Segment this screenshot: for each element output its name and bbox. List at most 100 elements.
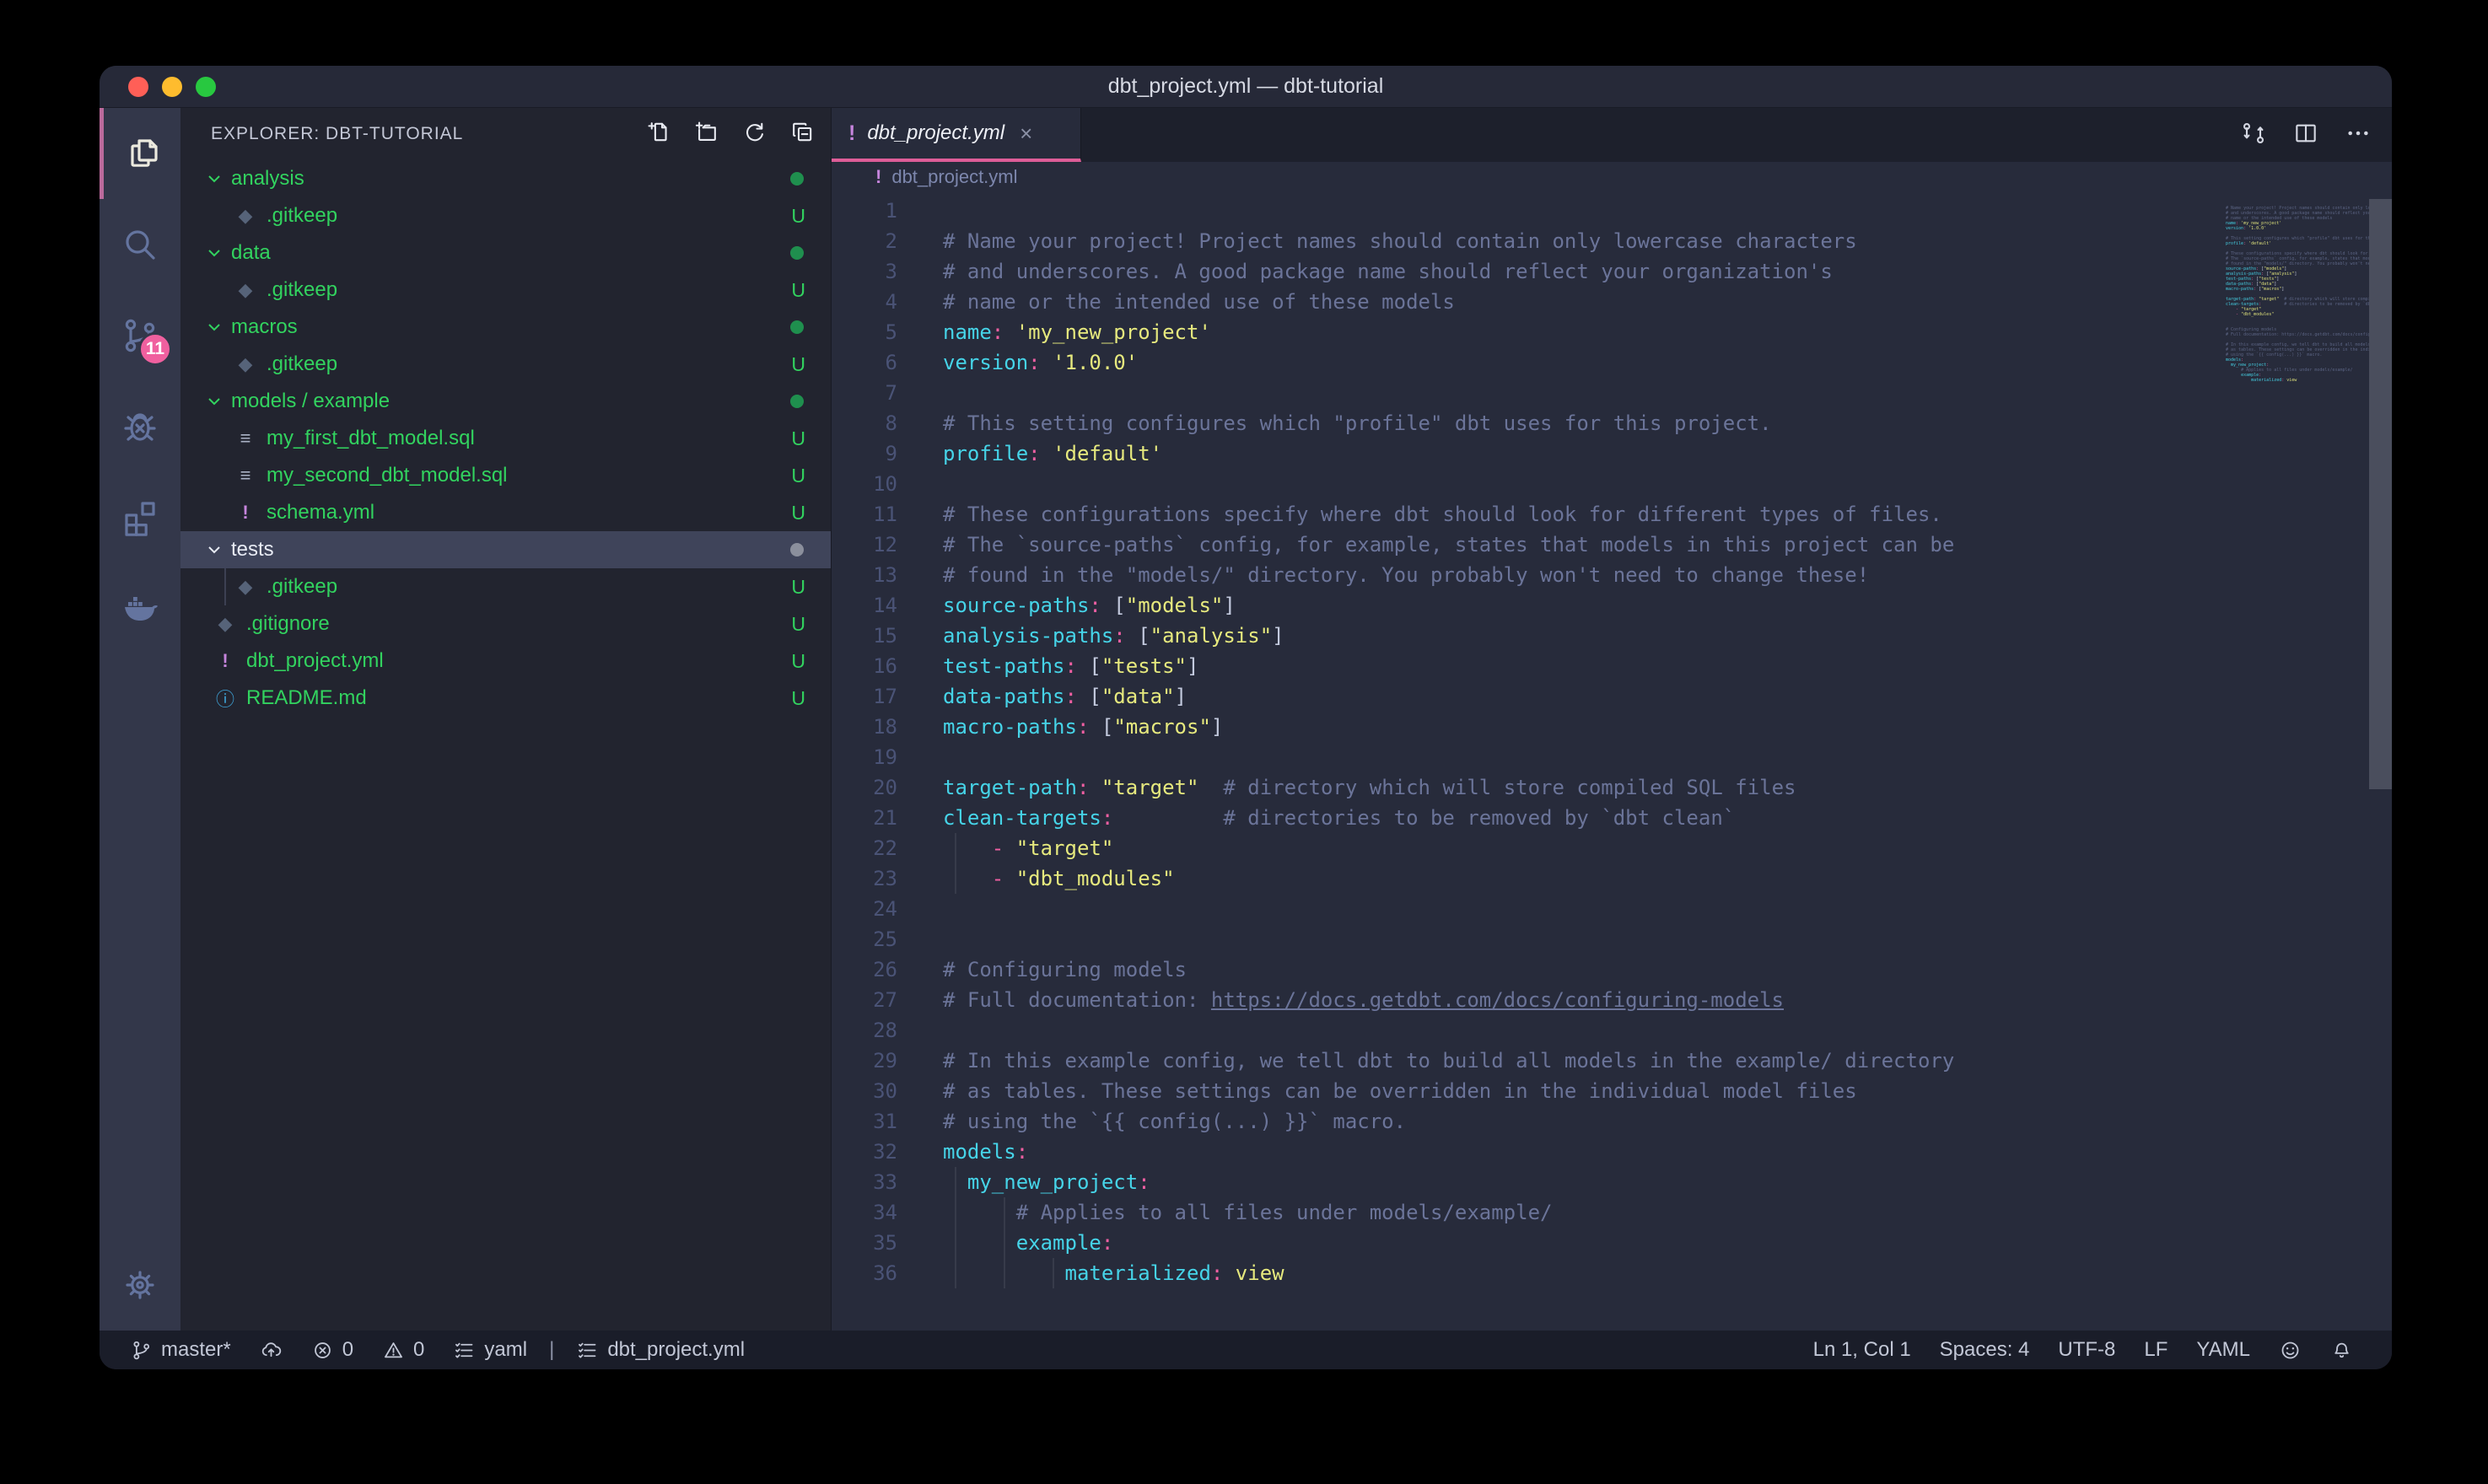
line-number: 34 (832, 1197, 919, 1228)
code-line[interactable]: test-paths: ["tests"] (943, 651, 2226, 681)
tree-item--gitkeep[interactable]: ◆.gitkeepU (180, 568, 831, 605)
tree-item-my-first-dbt-model-sql[interactable]: ≡my_first_dbt_model.sqlU (180, 420, 831, 457)
code-line[interactable] (943, 469, 2226, 499)
vertical-scrollbar[interactable] (2369, 192, 2392, 1331)
collapse-all-button[interactable] (789, 119, 816, 150)
explorer-header: EXPLORER: DBT-TUTORIAL (211, 124, 645, 144)
line-number: 8 (832, 408, 919, 438)
line-number: 12 (832, 530, 919, 560)
code-line[interactable]: macro-paths: ["macros"] (943, 712, 2226, 742)
code-line[interactable]: models: (943, 1137, 2226, 1167)
activity-bar-docker[interactable] (100, 563, 180, 654)
code-line[interactable]: example: (943, 1228, 2226, 1258)
code-line[interactable]: # Name your project! Project names shoul… (943, 226, 2226, 256)
code-line[interactable]: # as tables. These settings can be overr… (943, 1076, 2226, 1106)
code-line[interactable]: # found in the "models/" directory. You … (943, 560, 2226, 590)
tab-label: dbt_project.yml (867, 121, 1004, 145)
tree-item-analysis[interactable]: analysis (180, 160, 831, 197)
status-eol[interactable]: LF (2135, 1338, 2176, 1362)
activity-bar-source-control[interactable]: 11 (100, 290, 180, 381)
tree-item-data[interactable]: data (180, 234, 831, 272)
code-line[interactable]: source-paths: ["models"] (943, 590, 2226, 621)
tree-item-macros[interactable]: macros (180, 309, 831, 346)
activity-bar-search[interactable] (100, 199, 180, 290)
activity-bar-explorer[interactable] (100, 108, 180, 199)
open-changes-button[interactable] (2240, 120, 2267, 151)
status-cursor-position[interactable]: Ln 1, Col 1 (1805, 1338, 1920, 1362)
code-line[interactable] (943, 894, 2226, 924)
more-actions-button[interactable] (2345, 120, 2372, 151)
yaml-problem-icon: ! (214, 650, 236, 672)
tab-close-icon[interactable]: × (1020, 121, 1032, 147)
activity-bar-debug[interactable] (100, 381, 180, 472)
code-line[interactable]: analysis-paths: ["analysis"] (943, 621, 2226, 651)
code-line[interactable]: - "target" (943, 833, 2226, 863)
scrollbar-thumb[interactable] (2369, 199, 2392, 789)
code-line[interactable]: # This setting configures which "profile… (943, 408, 2226, 438)
code-line[interactable]: name: 'my_new_project' (943, 317, 2226, 347)
code-line[interactable]: clean-targets: # directories to be remov… (943, 803, 2226, 833)
code-line[interactable] (943, 924, 2226, 954)
status-warnings[interactable]: 0 (374, 1338, 433, 1362)
code-line[interactable]: # Applies to all files under models/exam… (943, 1197, 2226, 1228)
split-editor-icon (2292, 120, 2319, 147)
code-area[interactable]: 1234567891011121314151617181920212223242… (832, 192, 2392, 1331)
new-file-button[interactable] (645, 119, 671, 150)
git-untracked-badge: U (791, 465, 805, 487)
tab-dbt-project-yml[interactable]: ! dbt_project.yml × (832, 108, 1081, 162)
tree-item-my-second-dbt-model-sql[interactable]: ≡my_second_dbt_model.sqlU (180, 457, 831, 494)
code-line[interactable] (943, 378, 2226, 408)
code-line[interactable] (943, 1015, 2226, 1046)
code-line[interactable]: # using the `{{ config(...) }}` macro. (943, 1106, 2226, 1137)
code-line[interactable]: # and underscores. A good package name s… (943, 256, 2226, 287)
status-git-branch[interactable]: master* (121, 1338, 240, 1362)
new-folder-button[interactable] (693, 119, 719, 150)
code-line[interactable]: # These configurations specify where dbt… (943, 499, 2226, 530)
tree-item-tests[interactable]: tests (180, 531, 831, 568)
code-line[interactable]: materialized: view (943, 1258, 2226, 1288)
tree-item--gitkeep[interactable]: ◆.gitkeepU (180, 346, 831, 383)
breadcrumb[interactable]: ! dbt_project.yml (832, 162, 2392, 192)
status-publish[interactable] (251, 1339, 291, 1362)
code-line[interactable]: profile: 'default' (943, 438, 2226, 469)
tree-item-dbt-project-yml[interactable]: !dbt_project.ymlU (180, 643, 831, 680)
breadcrumb-file: dbt_project.yml (891, 166, 1017, 188)
code-line[interactable]: # In this example config, we tell dbt to… (943, 1046, 2226, 1076)
status-errors[interactable]: 0 (303, 1338, 362, 1362)
tree-item--gitkeep[interactable]: ◆.gitkeepU (180, 272, 831, 309)
code-line[interactable]: version: '1.0.0' (943, 347, 2226, 378)
tree-item--gitkeep[interactable]: ◆.gitkeepU (180, 197, 831, 234)
status-language-mode[interactable]: YAML (2188, 1338, 2259, 1362)
line-number: 7 (832, 378, 919, 408)
code-content[interactable]: # Name your project! Project names shoul… (919, 192, 2226, 1331)
activity-bar-settings[interactable] (100, 1239, 180, 1331)
status-notifications[interactable] (2322, 1339, 2361, 1362)
chevron-down-icon (204, 169, 224, 189)
tree-item-models-example[interactable]: models / example (180, 383, 831, 420)
refresh-button[interactable] (741, 119, 767, 150)
tree-item--gitignore[interactable]: ◆.gitignoreU (180, 605, 831, 643)
code-line[interactable]: target-path: "target" # directory which … (943, 772, 2226, 803)
code-line[interactable]: my_new_project: (943, 1167, 2226, 1197)
status-encoding[interactable]: UTF-8 (2049, 1338, 2124, 1362)
code-line[interactable]: # name or the intended use of these mode… (943, 287, 2226, 317)
tree-item-schema-yml[interactable]: !schema.ymlU (180, 494, 831, 531)
chevron-down-icon (204, 243, 224, 263)
git-untracked-badge: U (791, 576, 805, 599)
status-yaml-status[interactable]: yaml (444, 1338, 536, 1362)
tree-item-readme-md[interactable]: ⓘREADME.mdU (180, 680, 831, 717)
code-line[interactable]: data-paths: ["data"] (943, 681, 2226, 712)
code-line[interactable]: # Full documentation: https://docs.getdb… (943, 985, 2226, 1015)
code-line[interactable] (943, 196, 2226, 226)
minimap[interactable]: # Name your project! Project names shoul… (2226, 192, 2369, 1331)
activity-bar-extensions[interactable] (100, 472, 180, 563)
new-folder-icon (693, 119, 719, 145)
code-line[interactable] (943, 742, 2226, 772)
code-line[interactable]: - "dbt_modules" (943, 863, 2226, 894)
code-line[interactable]: # Configuring models (943, 954, 2226, 985)
code-line[interactable]: # The `source-paths` config, for example… (943, 530, 2226, 560)
status-indentation[interactable]: Spaces: 4 (1931, 1338, 2038, 1362)
split-editor-button[interactable] (2292, 120, 2319, 151)
status-feedback[interactable] (2270, 1339, 2310, 1362)
status-file-status[interactable]: dbt_project.yml (568, 1338, 753, 1362)
